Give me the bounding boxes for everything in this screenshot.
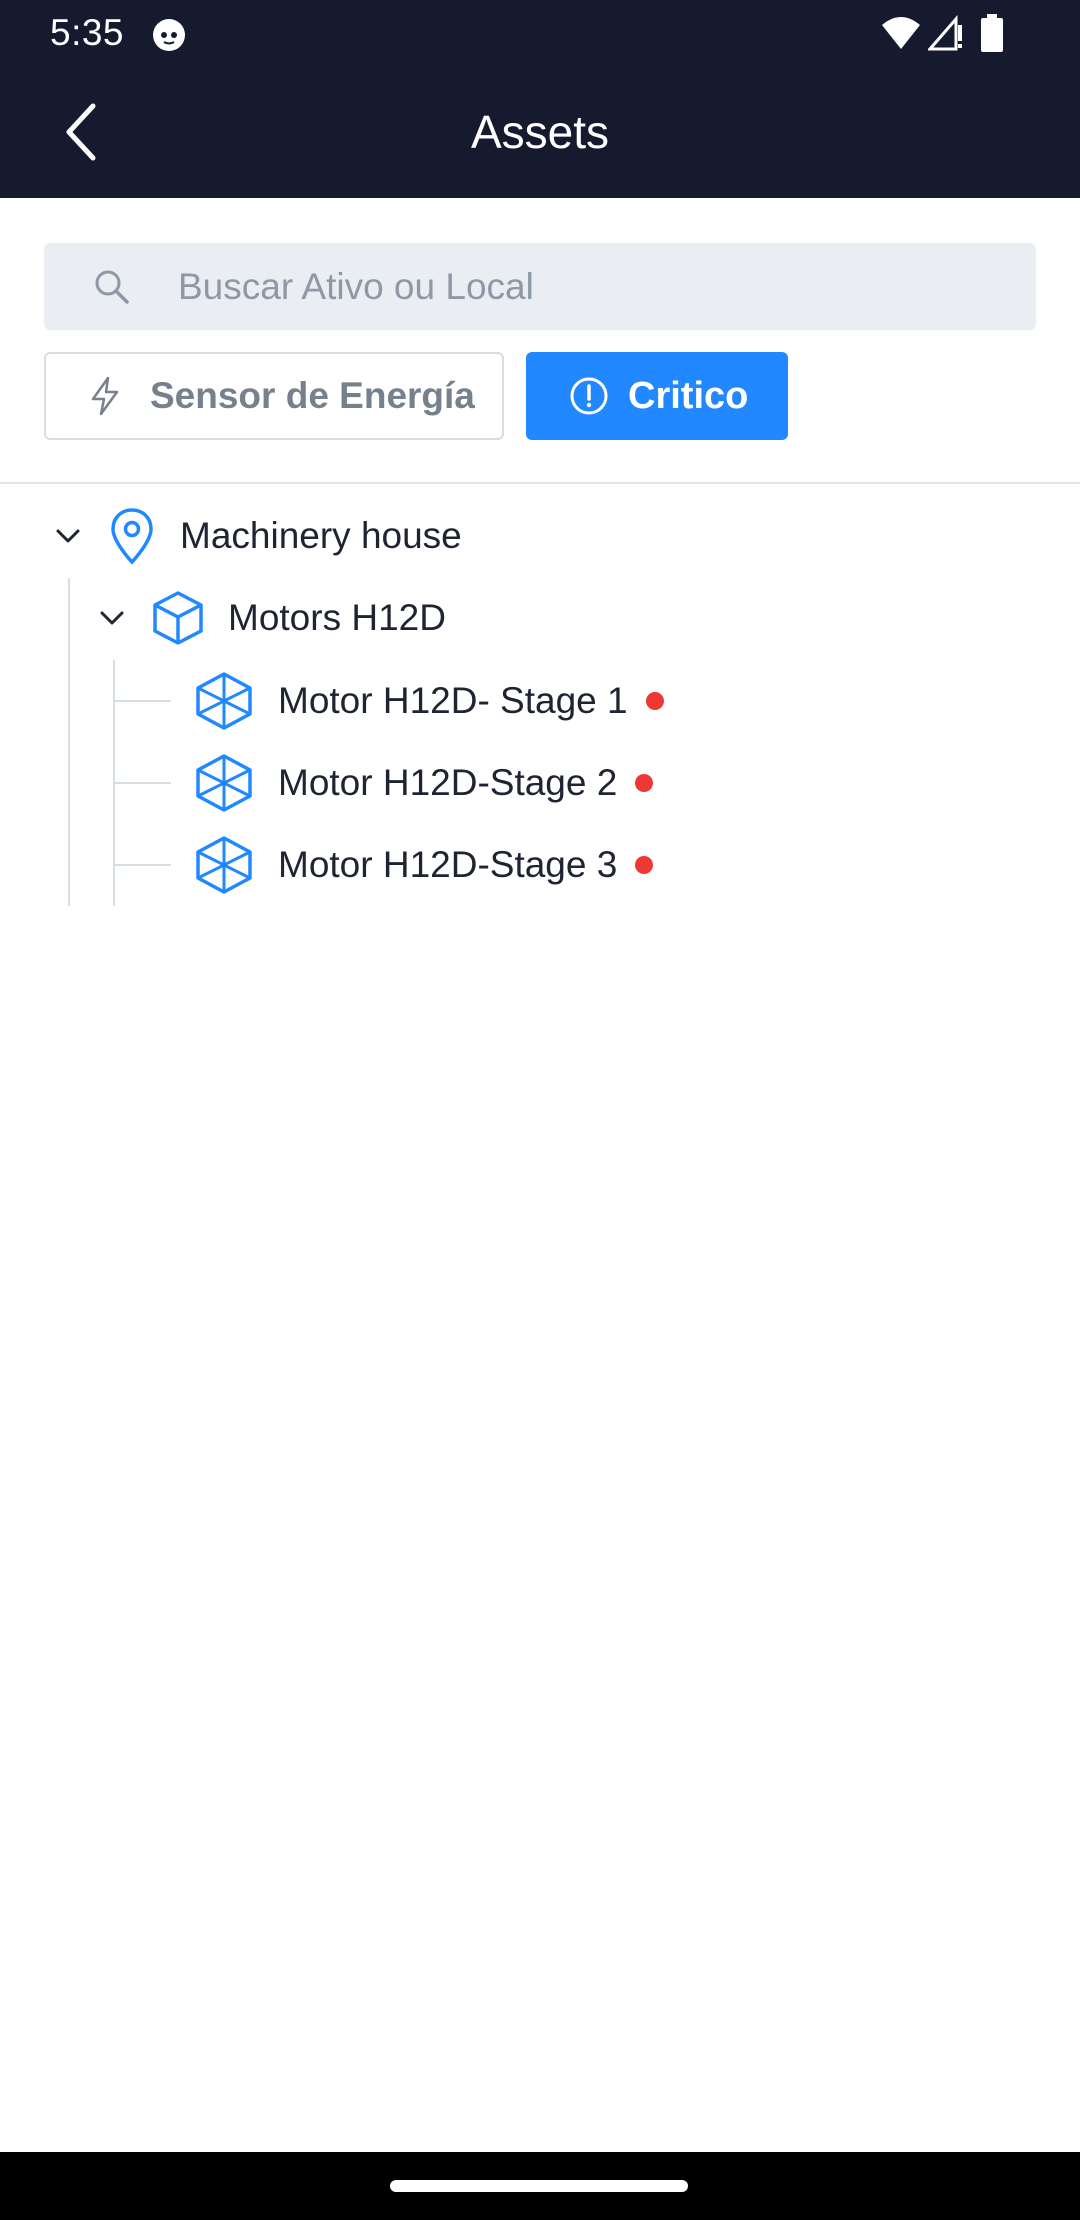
tree-item-location[interactable]: Machinery house [52,496,462,576]
chevron-down-icon[interactable] [96,602,128,634]
alert-circle-icon [570,377,608,415]
wifi-icon [882,17,920,49]
tree-connector-horizontal [115,782,171,784]
back-button[interactable] [46,96,116,168]
chevron-down-icon[interactable] [52,520,84,552]
tree-item-component[interactable]: Motor H12D- Stage 1 [192,661,664,741]
search-box[interactable] [44,243,1036,330]
system-navigation-bar [0,2152,1080,2220]
home-gesture-handle[interactable] [390,2180,688,2192]
status-bar: 5:35 [0,0,1080,66]
divider [0,482,1080,484]
filter-critical-button[interactable]: Critico [526,352,788,440]
tree-item-location-label: Machinery house [180,515,462,556]
app-header: Assets [0,66,1080,198]
chevron-left-icon [66,103,96,161]
tree-connector-horizontal [115,700,171,702]
page-title: Assets [470,106,610,158]
critical-status-dot [635,774,654,792]
lightning-icon [91,376,119,416]
tree-item-component-label: Motor H12D- Stage 1 [278,680,628,721]
status-time: 5:35 [50,12,125,53]
search-input[interactable] [176,243,1016,330]
tree-item-asset-group[interactable]: Motors H12D [96,578,446,658]
location-pin-icon [111,508,153,565]
filter-energy-sensor-button[interactable]: Sensor de Energía [44,352,504,440]
component-icon [196,754,252,812]
tree-item-component[interactable]: Motor H12D-Stage 2 [192,743,654,823]
notification-app-icon [153,19,185,51]
cube-icon [153,591,203,645]
filter-energy-sensor-label: Sensor de Energía [150,375,475,416]
component-icon [196,836,252,894]
battery-icon [981,14,1003,52]
component-icon [196,672,252,730]
tree-connector-vertical [68,578,70,906]
tree-item-component-label: Motor H12D-Stage 2 [278,762,618,803]
tree-item-asset-group-label: Motors H12D [228,597,446,638]
tree-connector-horizontal [115,864,171,866]
critical-status-dot [645,692,664,710]
tree-item-component[interactable]: Motor H12D-Stage 3 [192,825,654,905]
search-icon [95,270,129,304]
filter-critical-label: Critico [628,374,749,417]
signal-icon [928,15,962,51]
tree-item-component-label: Motor H12D-Stage 3 [278,844,618,885]
critical-status-dot [635,856,654,874]
